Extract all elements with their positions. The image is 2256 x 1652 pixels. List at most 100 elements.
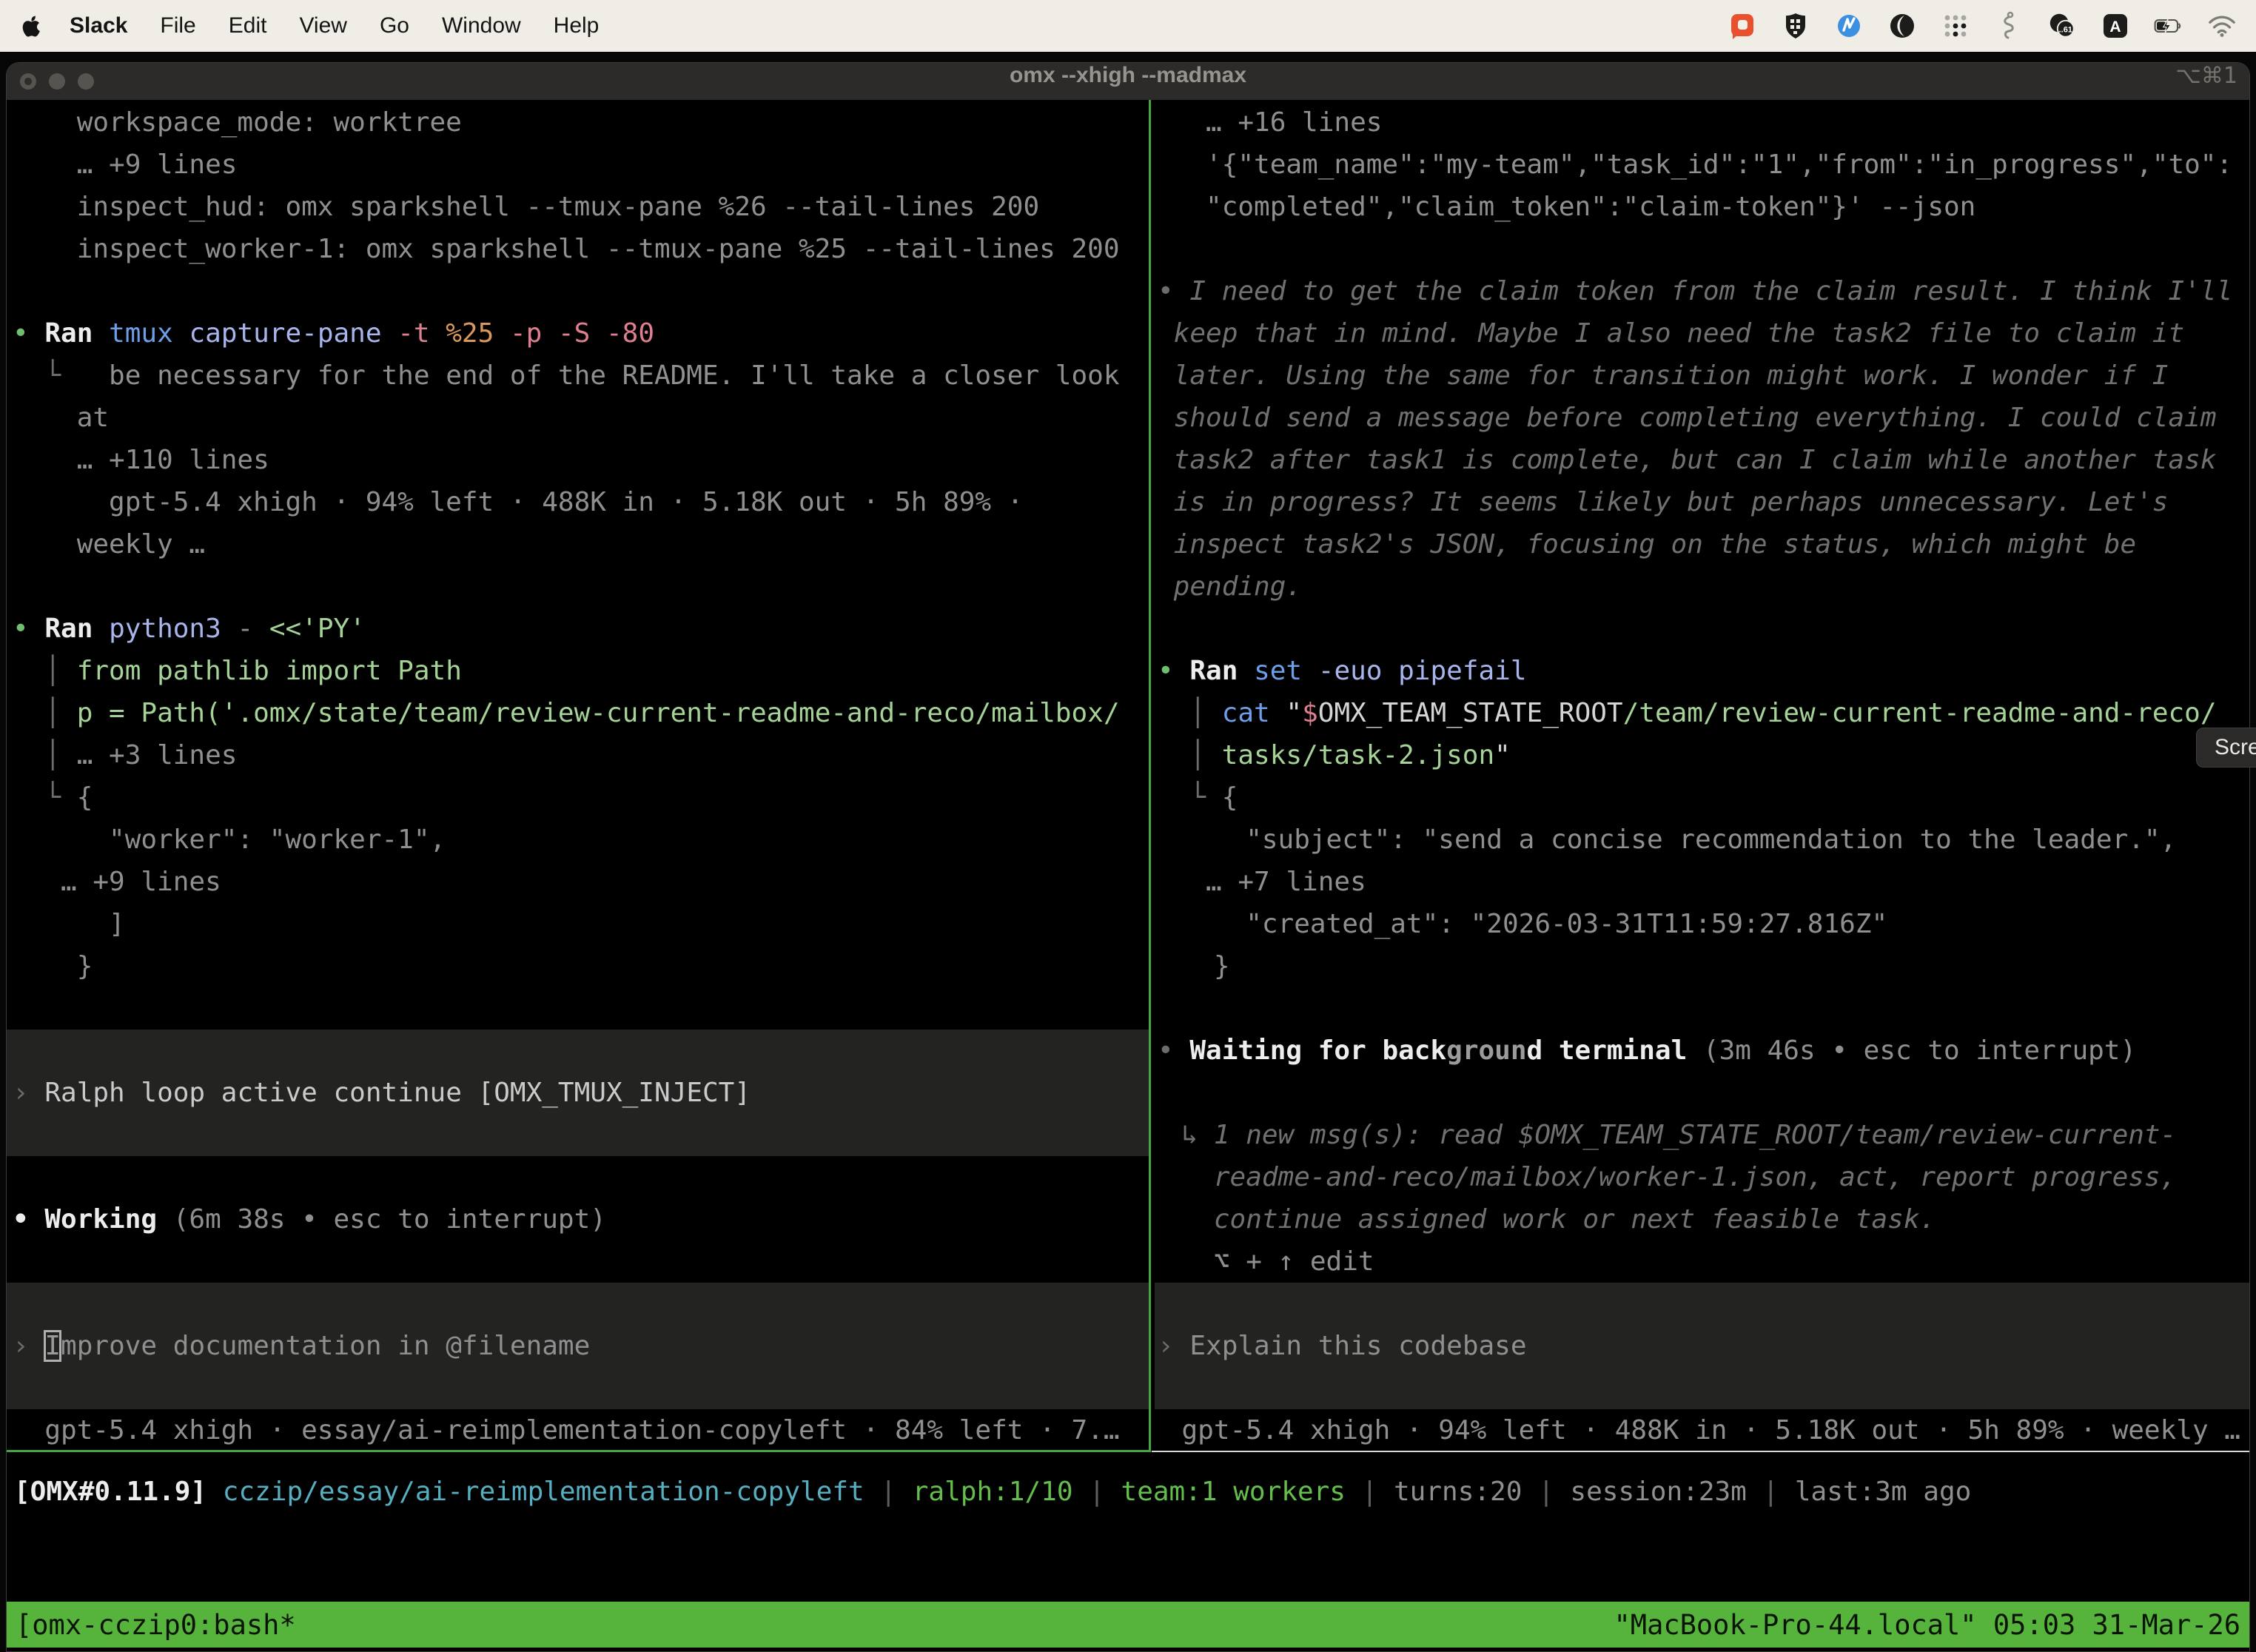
- text-segment: "created_at": "2026-03-31T11:59:27.816Z": [1246, 909, 1887, 939]
- ran-pipefail-command: • Ran set -euo pipefail: [1155, 650, 2250, 692]
- close-button[interactable]: [20, 73, 36, 90]
- session-stats-line: gpt-5.4 xhigh · essay/ai-reimplementatio…: [7, 1409, 1149, 1450]
- text-segment: └: [44, 782, 76, 813]
- text-segment: │: [44, 656, 76, 686]
- active-app-menu[interactable]: Slack: [70, 13, 127, 38]
- minimize-button[interactable]: [49, 73, 65, 90]
- text-segment: turns:20: [1394, 1477, 1522, 1507]
- speed-bolt-icon[interactable]: [1834, 11, 1864, 41]
- mailbox-message: readme-and-reco/mailbox/worker-1.json, a…: [1155, 1156, 2250, 1198]
- terminal-line: }: [7, 945, 1149, 987]
- terminal-line: [7, 987, 1149, 1030]
- text-segment: │: [44, 740, 76, 770]
- text-segment: set: [1254, 656, 1318, 686]
- text-segment: cczip/essay/ai-reimplementation-copyleft: [223, 1477, 865, 1507]
- thinking-text: task2 after task1 is complete, but can I…: [1155, 439, 2250, 481]
- moon-circle-icon[interactable]: [1887, 11, 1917, 41]
- text-segment: … +16 lines: [1206, 107, 1382, 138]
- desktop: { "menu_bar": { "app_name": "Slack", "it…: [0, 0, 2256, 1652]
- menu-item-view[interactable]: View: [299, 13, 346, 38]
- terminal-window: omx --xhigh --madmax ⌥⌘1 workspace_mode:…: [6, 62, 2250, 1652]
- thinking-text: • I need to get the claim token from the…: [1155, 270, 2250, 312]
- text-segment: mprove documentation in @filename: [61, 1331, 590, 1361]
- composer-input[interactable]: › Improve documentation in @filename: [7, 1325, 1149, 1367]
- text-segment: … +110 lines: [77, 445, 269, 475]
- text-segment: │: [44, 698, 76, 728]
- menu-item-edit[interactable]: Edit: [229, 13, 267, 38]
- text-segment: … +9 lines: [77, 150, 238, 180]
- terminal-line: │ from pathlib import Path: [7, 650, 1149, 692]
- menu-item-go[interactable]: Go: [380, 13, 409, 38]
- apple-menu-icon[interactable]: [19, 13, 41, 38]
- text-segment: gpt-5.4 xhigh · essay/ai-reimplementatio…: [44, 1415, 1119, 1446]
- terminal-line: workspace_mode: worktree: [7, 101, 1149, 144]
- text-segment: continue assigned work or next feasible …: [1214, 1204, 1936, 1235]
- text-segment: Waiting for back: [1189, 1035, 1446, 1066]
- text-segment: {: [77, 782, 93, 813]
- text-segment: Explain this codebase: [1189, 1331, 1526, 1361]
- battery-charging-icon[interactable]: [2154, 11, 2183, 41]
- text-segment: <<'PY': [269, 614, 366, 644]
- text-segment: }: [1214, 951, 1230, 981]
- window-titlebar[interactable]: omx --xhigh --madmax ⌥⌘1: [7, 63, 2249, 100]
- hook-icon[interactable]: [1994, 11, 2024, 41]
- text-segment: Ralph loop active continue [OMX_TMUX_INJ…: [44, 1078, 751, 1108]
- inactive-pane-border: [1152, 1451, 2250, 1452]
- chat-app-icon[interactable]: [1728, 11, 1757, 41]
- keyboard-a-icon[interactable]: A: [2101, 11, 2130, 41]
- text-segment: gpt-5.4 xhigh · 94% left · 488K in · 5.1…: [1182, 1415, 2240, 1446]
- terminal-line: "created_at": "2026-03-31T11:59:27.816Z": [1155, 903, 2250, 945]
- menu-item-file[interactable]: File: [160, 13, 195, 38]
- text-segment: gpt-5.4 xhigh · 94% left · 488K in · 5.1…: [109, 487, 1023, 517]
- text-segment: ]: [109, 909, 125, 939]
- text-segment: -euo pipefail: [1318, 656, 1527, 686]
- edit-hint: ⌥ + ↑ edit: [1155, 1240, 2250, 1283]
- ran-python3-command: • Ran python3 - <<'PY': [7, 608, 1149, 650]
- terminal-line: '{"team_name":"my-team","task_id":"1","f…: [1155, 144, 2250, 186]
- text-segment: ⌥ + ↑ edit: [1214, 1246, 1374, 1277]
- wifi-icon[interactable]: [2207, 11, 2237, 41]
- battery-percent-badge-icon[interactable]: ..61: [2047, 11, 2077, 41]
- terminal-line: │ cat "$OMX_TEAM_STATE_ROOT/team/review-…: [1155, 692, 2250, 734]
- terminal-line: │ p = Path('.omx/state/team/review-curre…: [7, 692, 1149, 734]
- dots-grid-icon[interactable]: [1941, 11, 1970, 41]
- text-segment: ": [1286, 698, 1302, 728]
- text-segment: I: [44, 1331, 61, 1361]
- text-segment: readme-and-reco/mailbox/worker-1.json, a…: [1214, 1162, 2176, 1192]
- text-segment: }: [77, 951, 93, 981]
- text-segment: I need to get the claim token from the c…: [1189, 276, 2232, 306]
- composer-input[interactable]: › Explain this codebase: [1155, 1325, 2250, 1367]
- terminal-line: inspect_worker-1: omx sparkshell --tmux-…: [7, 228, 1149, 270]
- text-segment: last:3m ago: [1795, 1477, 1971, 1507]
- text-segment: [OMX#0.11.9]: [14, 1477, 223, 1507]
- text-segment: '{"team_name":"my-team","task_id":"1","f…: [1206, 150, 2232, 180]
- text-segment: "subject": "send a concise recommendatio…: [1246, 825, 2176, 855]
- ran-tmux-capture-command: • Ran tmux capture-pane -t %25 -p -S -80: [7, 312, 1149, 355]
- tmux-session-window[interactable]: [omx-cczip0:bash*: [16, 1609, 296, 1641]
- text-segment: -80: [606, 318, 654, 349]
- injected-prompt-line[interactable]: › Ralph loop active continue [OMX_TMUX_I…: [7, 1072, 1149, 1114]
- text-segment: /team/review-current-readme-and-reco/: [1623, 698, 2217, 728]
- tmux-pane-right[interactable]: … +16 lines '{"team_name":"my-team","task…: [1155, 101, 2250, 1450]
- prompt-band-row: [1155, 1367, 2250, 1409]
- tmux-pane-left[interactable]: workspace_mode: worktree … +9 lines inspec…: [7, 101, 1149, 1450]
- text-segment: |: [1073, 1477, 1121, 1507]
- text-segment: pending.: [1174, 571, 1302, 602]
- text-segment: p = Path('.omx/state/team/review-current…: [77, 698, 1120, 728]
- zoom-button[interactable]: [78, 73, 94, 90]
- mailbox-message: ↳ 1 new msg(s): read $OMX_TEAM_STATE_ROO…: [1155, 1114, 2250, 1156]
- session-stats-line: gpt-5.4 xhigh · 94% left · 488K in · 5.1…: [1155, 1409, 2250, 1450]
- text-segment: python3: [109, 614, 237, 644]
- text-segment: weekly …: [77, 529, 205, 560]
- terminal-line: [7, 1240, 1149, 1283]
- menu-item-help[interactable]: Help: [554, 13, 600, 38]
- text-segment: (3m 46s • esc to interrupt): [1687, 1035, 2136, 1066]
- menu-item-window[interactable]: Window: [442, 13, 521, 38]
- mailbox-message: continue assigned work or next feasible …: [1155, 1198, 2250, 1240]
- text-segment: │: [1189, 740, 1221, 770]
- text-segment: tmux: [109, 318, 189, 349]
- pane-divider[interactable]: [1149, 100, 1151, 1451]
- text-segment: ralph:1/10: [913, 1477, 1073, 1507]
- text-segment: |: [1522, 1477, 1570, 1507]
- shield-grid-icon[interactable]: [1781, 11, 1810, 41]
